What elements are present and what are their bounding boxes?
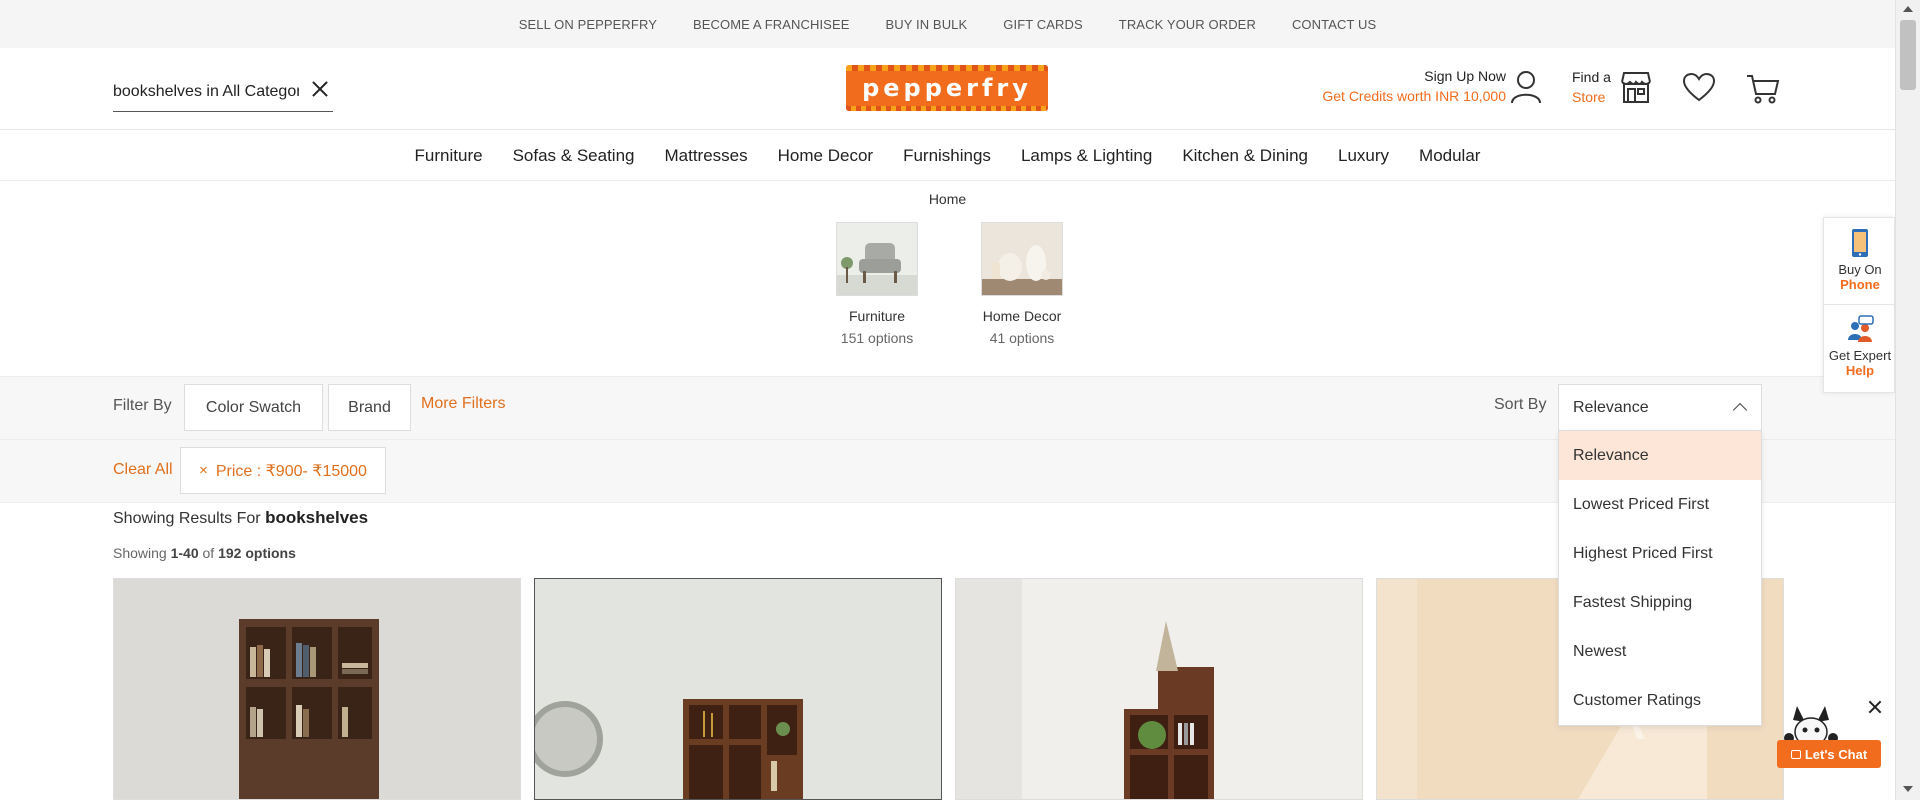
sort-option-highest-price[interactable]: Highest Priced First: [1559, 529, 1761, 578]
main-nav: Furniture Sofas & Seating Mattresses Hom…: [0, 131, 1895, 181]
phone-label: Phone: [1840, 277, 1880, 292]
product-image[interactable]: [956, 579, 1363, 800]
search-input[interactable]: [113, 82, 299, 101]
chevron-up-icon[interactable]: [1732, 402, 1748, 418]
results-heading: Showing Results For bookshelves: [113, 508, 368, 528]
sort-by-label: Sort By: [1494, 396, 1547, 413]
buy-in-bulk-link[interactable]: BUY IN BULK: [886, 17, 968, 32]
pepperfry-logo[interactable]: pepperfry: [846, 65, 1048, 111]
store-label[interactable]: Store: [1572, 89, 1616, 105]
nav-item-modular[interactable]: Modular: [1419, 146, 1480, 166]
sort-option-fastest-shipping[interactable]: Fastest Shipping: [1559, 578, 1761, 627]
close-icon[interactable]: [309, 78, 331, 100]
close-icon[interactable]: ×: [199, 462, 208, 479]
product-card[interactable]: [113, 578, 521, 800]
nav-item-luxury[interactable]: Luxury: [1338, 146, 1389, 166]
category-furniture[interactable]: Furniture 151 options: [817, 222, 937, 346]
help-side-widget: Buy On Phone Get Expert Help: [1823, 217, 1896, 393]
signup-label[interactable]: Sign Up Now: [1310, 68, 1506, 84]
credits-label[interactable]: Get Credits worth INR 10,000: [1310, 88, 1506, 104]
category-image[interactable]: [836, 222, 918, 296]
signup-block[interactable]: Sign Up Now Get Credits worth INR 10,000: [1310, 68, 1506, 104]
product-image[interactable]: [535, 579, 942, 800]
category-name[interactable]: Furniture: [817, 308, 937, 324]
phone-icon: [1852, 229, 1868, 257]
become-franchisee-link[interactable]: BECOME A FRANCHISEE: [693, 17, 850, 32]
sort-option-newest[interactable]: Newest: [1559, 627, 1761, 676]
lets-chat-button[interactable]: Let's Chat: [1777, 740, 1881, 768]
sort-option-lowest-price[interactable]: Lowest Priced First: [1559, 480, 1761, 529]
search-box: [113, 72, 333, 112]
breadcrumb-home[interactable]: Home: [929, 191, 966, 207]
product-image[interactable]: [114, 579, 521, 800]
nav-item-furnishings[interactable]: Furnishings: [903, 146, 991, 166]
category-home-decor[interactable]: Home Decor 41 options: [962, 222, 1082, 346]
category-count: 41 options: [989, 330, 1055, 346]
category-image[interactable]: [981, 222, 1063, 296]
results-count: Showing 1-40 of 192 options: [113, 545, 296, 561]
product-card[interactable]: [534, 578, 942, 800]
find-store-block[interactable]: Find a Store: [1572, 69, 1616, 105]
chat-icon: [1790, 749, 1801, 759]
price-filter-chip[interactable]: × Price : ₹900- ₹15000: [180, 447, 386, 494]
sort-options-menu: Relevance Lowest Priced First Highest Pr…: [1558, 430, 1762, 726]
category-name[interactable]: Home Decor: [962, 308, 1082, 324]
results-range: 1-40: [170, 545, 199, 561]
divider: [1824, 304, 1896, 305]
sort-selected-value: Relevance: [1573, 398, 1649, 416]
price-filter-label: Price : ₹900- ₹15000: [215, 462, 367, 480]
nav-item-home-decor[interactable]: Home Decor: [778, 146, 873, 166]
showing-label: Showing: [113, 545, 167, 561]
product-card[interactable]: [955, 578, 1363, 800]
results-query: bookshelves: [265, 508, 369, 527]
find-a-label[interactable]: Find a: [1572, 69, 1616, 85]
help-label: Help: [1845, 363, 1875, 378]
close-icon[interactable]: [1867, 699, 1883, 715]
sort-option-relevance[interactable]: Relevance: [1559, 431, 1761, 480]
header: pepperfry Sign Up Now Get Credits worth …: [0, 48, 1895, 130]
category-count: 151 options: [840, 330, 914, 346]
logo-text: pepperfry: [862, 74, 1032, 102]
top-utility-bar: SELL ON PEPPERFRY BECOME A FRANCHISEE BU…: [0, 0, 1895, 48]
buy-on-label: Buy On: [1838, 262, 1882, 277]
buy-on-phone-item[interactable]: Buy On Phone: [1824, 228, 1896, 292]
lets-chat-label: Let's Chat: [1804, 746, 1868, 762]
filter-by-label: Filter By: [113, 397, 172, 414]
sell-on-pepperfry-link[interactable]: SELL ON PEPPERFRY: [519, 17, 657, 32]
brand-filter-button[interactable]: Brand: [328, 384, 411, 431]
user-icon[interactable]: [1510, 70, 1542, 104]
sort-option-customer-ratings[interactable]: Customer Ratings: [1559, 676, 1761, 725]
page-scrollbar[interactable]: [1895, 0, 1920, 800]
scrollbar-thumb[interactable]: [1900, 20, 1916, 90]
contact-us-link[interactable]: CONTACT US: [1292, 17, 1376, 32]
nav-item-furniture[interactable]: Furniture: [415, 146, 483, 166]
get-expert-help-item[interactable]: Get Expert Help: [1824, 314, 1896, 378]
heart-icon[interactable]: [1682, 72, 1716, 102]
gift-cards-link[interactable]: GIFT CARDS: [1003, 17, 1083, 32]
get-expert-label: Get Expert: [1828, 348, 1892, 363]
results-total: 192 options: [218, 545, 296, 561]
nav-item-lamps-lighting[interactable]: Lamps & Lighting: [1021, 146, 1152, 166]
more-filters-link[interactable]: More Filters: [421, 395, 505, 413]
color-swatch-filter-button[interactable]: Color Swatch: [184, 384, 323, 431]
breadcrumb: Home: [0, 191, 1895, 207]
sort-select[interactable]: Relevance: [1558, 384, 1762, 431]
nav-item-mattresses[interactable]: Mattresses: [665, 146, 748, 166]
store-icon[interactable]: [1619, 70, 1653, 104]
scroll-down-arrow-icon[interactable]: [1903, 786, 1913, 792]
results-for-label: Showing Results For: [113, 510, 261, 527]
nav-item-kitchen-dining[interactable]: Kitchen & Dining: [1182, 146, 1308, 166]
cart-icon[interactable]: [1746, 72, 1780, 104]
expert-help-icon: [1848, 315, 1874, 342]
track-order-link[interactable]: TRACK YOUR ORDER: [1119, 17, 1256, 32]
nav-item-sofas-seating[interactable]: Sofas & Seating: [513, 146, 635, 166]
clear-all-link[interactable]: Clear All: [113, 461, 173, 479]
of-label: of: [202, 545, 215, 561]
scroll-up-arrow-icon[interactable]: [1903, 6, 1913, 12]
